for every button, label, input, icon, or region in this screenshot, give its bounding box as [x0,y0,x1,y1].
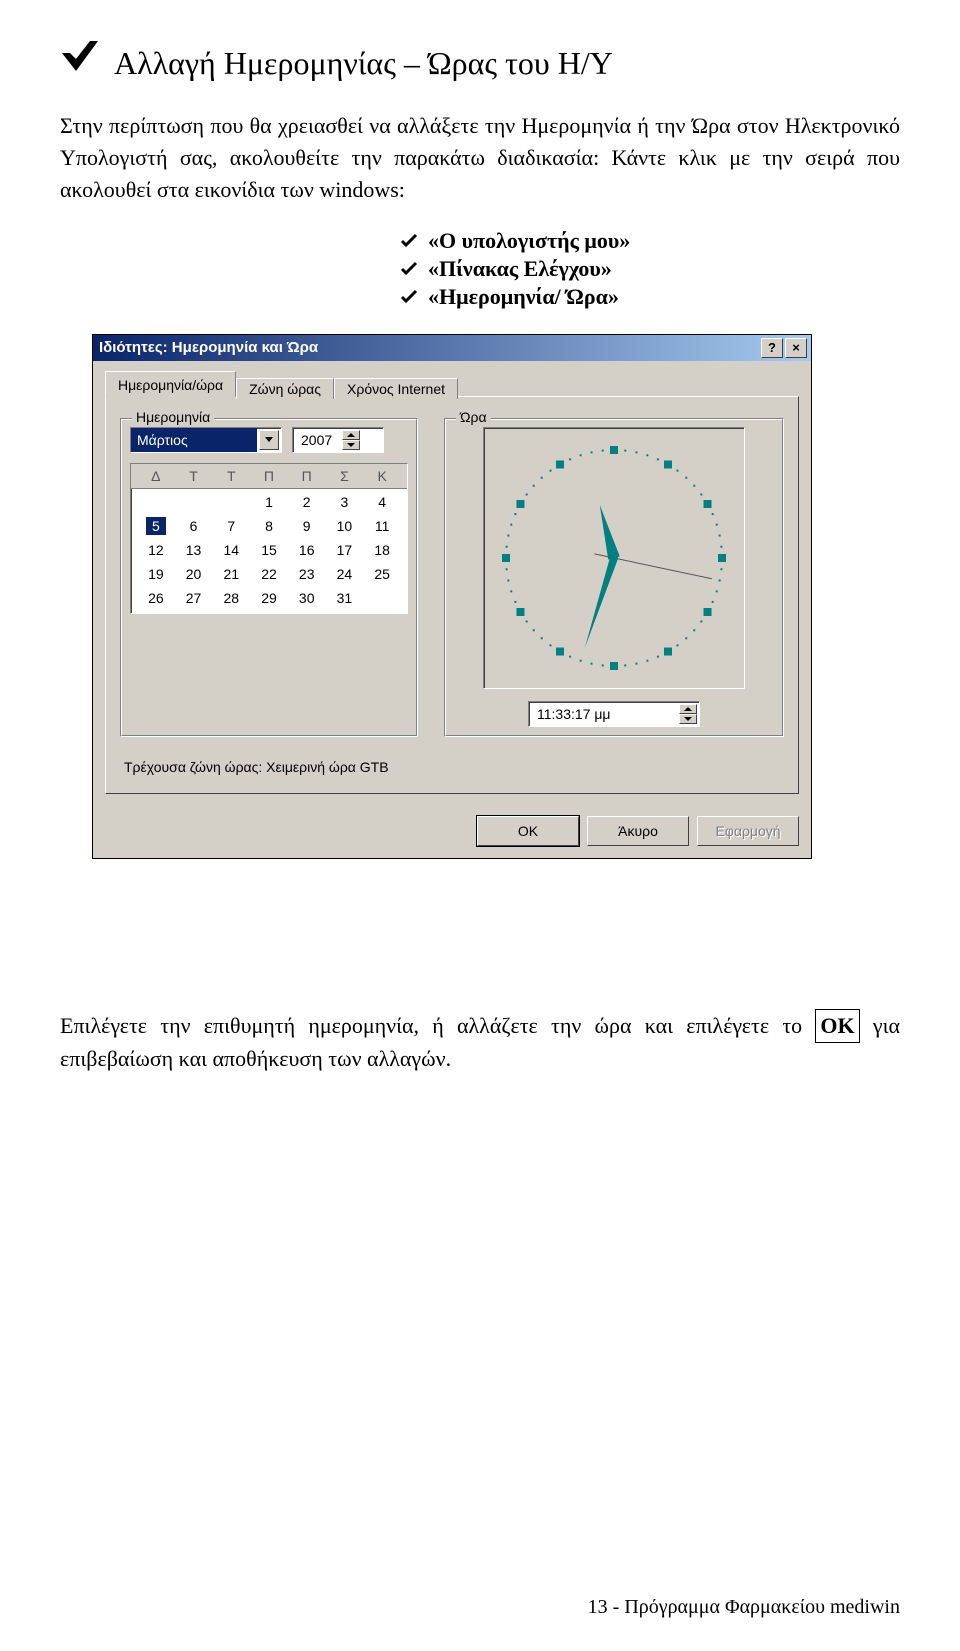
tab-strip: Ημερομηνία/ώρα Ζώνη ώρας Χρόνος Internet [105,371,799,397]
ok-label-box: ΟΚ [815,1009,859,1043]
weekday: Τ [175,468,213,484]
outro-paragraph: Επιλέγετε την επιθυμητή ημερομηνία, ή αλ… [60,1009,900,1075]
tab-panel: Ημερομηνία Μάρτιος 2007 [105,396,799,794]
calendar-day[interactable]: 23 [288,565,326,583]
year-up-button[interactable] [342,430,360,440]
month-value: Μάρτιος [131,428,257,452]
calendar-day[interactable]: 26 [137,589,175,607]
calendar-day[interactable]: 22 [250,565,288,583]
calendar-day[interactable]: 4 [363,493,401,511]
tab-timezone[interactable]: Ζώνη ώρας [236,378,334,399]
calendar-day[interactable]: 7 [212,517,250,535]
calendar-day[interactable]: 13 [175,541,213,559]
calendar-day[interactable]: 9 [288,517,326,535]
year-spinner[interactable]: 2007 [292,427,384,453]
checkmark-icon [60,35,100,73]
month-combo[interactable]: Μάρτιος [130,427,282,453]
calendar-day[interactable]: 2 [288,493,326,511]
ok-button[interactable]: OK [477,816,579,846]
calendar-day[interactable]: 17 [326,541,364,559]
weekday: Κ [363,468,401,484]
intro-paragraph: Στην περίπτωση που θα χρειασθεί να αλλάξ… [60,110,900,206]
tab-date-time[interactable]: Ημερομηνία/ώρα [105,371,236,397]
calendar-day[interactable]: 11 [363,517,401,535]
calendar-day [137,493,175,511]
calendar-day[interactable]: 5 [146,517,166,535]
tab-internet-time[interactable]: Χρόνος Internet [334,378,458,399]
window-title: Ιδιότητες: Ημερομηνία και Ώρα [99,339,318,356]
time-group-label: Ώρα [456,409,491,425]
checklist-item: «Πίνακας Ελέγχου» [400,256,900,282]
weekday: Δ [137,468,175,484]
checklist-item: «Ημερομηνία/ Ώρα» [400,284,900,310]
calendar[interactable]: Δ Τ Τ Π Π Σ Κ 12345678910111213141516171… [130,463,408,614]
checklist-label: «Πίνακας Ελέγχου» [428,256,612,282]
outro-text: Επιλέγετε την επιθυμητή ημερομηνία, ή αλ… [60,1013,815,1038]
calendar-day[interactable]: 16 [288,541,326,559]
calendar-day[interactable]: 19 [137,565,175,583]
time-value: 11:33:17 μμ [529,702,677,726]
calendar-day[interactable]: 31 [326,589,364,607]
calendar-day[interactable]: 24 [326,565,364,583]
checklist-label: «Ο υπολογιστής μου» [428,228,630,254]
help-button[interactable]: ? [761,338,783,358]
chevron-down-icon[interactable] [259,430,279,450]
calendar-day[interactable]: 3 [326,493,364,511]
calendar-day[interactable]: 28 [212,589,250,607]
calendar-day[interactable]: 29 [250,589,288,607]
check-icon [400,261,418,277]
calendar-day[interactable]: 6 [175,517,213,535]
time-up-button[interactable] [679,704,697,714]
apply-button[interactable]: Εφαρμογή [697,816,799,846]
calendar-day [175,493,213,511]
time-spinner[interactable]: 11:33:17 μμ [528,701,700,727]
date-group-label: Ημερομηνία [132,409,214,425]
datetime-properties-dialog: Ιδιότητες: Ημερομηνία και Ώρα ? × Ημερομ… [92,334,812,859]
calendar-day[interactable]: 30 [288,589,326,607]
analog-clock [483,427,745,689]
calendar-day[interactable]: 18 [363,541,401,559]
close-button[interactable]: × [785,338,807,358]
page-title: Αλλαγή Ημερομηνίας – Ώρας του Η/Υ [114,45,613,82]
year-value: 2007 [293,428,340,452]
weekday: Τ [212,468,250,484]
calendar-day[interactable]: 1 [250,493,288,511]
date-group: Ημερομηνία Μάρτιος 2007 [120,411,418,737]
titlebar[interactable]: Ιδιότητες: Ημερομηνία και Ώρα ? × [93,335,811,361]
calendar-day[interactable]: 15 [250,541,288,559]
weekday: Π [250,468,288,484]
checklist-item: «Ο υπολογιστής μου» [400,228,900,254]
calendar-day[interactable]: 25 [363,565,401,583]
calendar-day[interactable]: 20 [175,565,213,583]
weekday: Π [288,468,326,484]
year-down-button[interactable] [342,440,360,450]
cancel-button[interactable]: Άκυρο [587,816,689,846]
check-icon [400,289,418,305]
weekday: Σ [326,468,364,484]
calendar-day[interactable]: 12 [137,541,175,559]
calendar-day[interactable]: 14 [212,541,250,559]
current-timezone: Τρέχουσα ζώνη ώρας: Χειμερινή ώρα GTB [120,759,784,775]
time-down-button[interactable] [679,714,697,724]
checklist-label: «Ημερομηνία/ Ώρα» [428,284,619,310]
calendar-day [212,493,250,511]
checklist: «Ο υπολογιστής μου» «Πίνακας Ελέγχου» «Η… [400,228,900,310]
calendar-day[interactable]: 8 [250,517,288,535]
page-footer: 13 - Πρόγραμμα Φαρμακείου mediwin [588,1596,900,1619]
calendar-day[interactable]: 10 [326,517,364,535]
calendar-day[interactable]: 27 [175,589,213,607]
time-group: Ώρα 11:33:17 μμ [444,411,784,737]
calendar-day[interactable]: 21 [212,565,250,583]
calendar-day [363,589,401,607]
check-icon [400,233,418,249]
calendar-header: Δ Τ Τ Π Π Σ Κ [131,464,407,489]
